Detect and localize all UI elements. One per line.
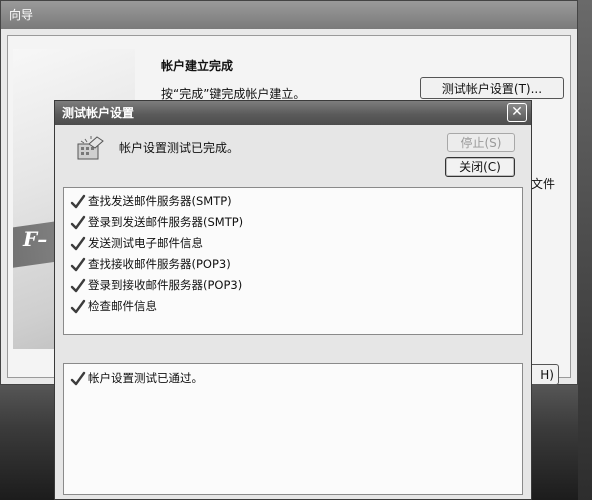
task-label: 登录到发送邮件服务器(SMTP) <box>88 215 244 229</box>
task-item: 登录到发送邮件服务器(SMTP) <box>64 212 522 233</box>
banner-logo-text: F– <box>23 227 48 251</box>
test-account-settings-dialog: 测试帐户设置 ✕ 帐户设置测试已完成。 停止(S) 关闭(C) 查找发送邮件服务… <box>54 100 532 500</box>
task-item: 检查邮件信息 <box>64 296 522 317</box>
wizard-side-text: 文件 <box>531 177 556 191</box>
task-label: 查找发送邮件服务器(SMTP) <box>88 194 232 208</box>
account-test-icon <box>77 136 104 160</box>
close-icon[interactable]: ✕ <box>507 103 527 122</box>
task-item: 查找接收邮件服务器(POP3) <box>64 254 522 275</box>
task-label: 登录到接收邮件服务器(POP3) <box>88 278 243 292</box>
check-icon <box>70 257 86 272</box>
stop-button[interactable]: 停止(S) <box>447 133 515 152</box>
dialog-title: 测试帐户设置 <box>55 101 531 125</box>
task-label: 检查邮件信息 <box>88 299 157 313</box>
task-label: 发送测试电子邮件信息 <box>88 236 203 250</box>
result-item: 帐户设置测试已通过。 <box>64 368 522 389</box>
check-icon <box>70 278 86 293</box>
result-label: 帐户设置测试已通过。 <box>88 371 203 385</box>
task-item: 查找发送邮件服务器(SMTP) <box>64 191 522 212</box>
check-icon <box>70 299 86 314</box>
results-list: 帐户设置测试已通过。 <box>63 363 523 495</box>
check-icon <box>70 215 86 230</box>
test-account-settings-button[interactable]: 测试帐户设置(T)... <box>420 77 564 99</box>
close-button[interactable]: 关闭(C) <box>445 157 515 177</box>
check-icon <box>70 194 86 209</box>
desktop-background-right <box>578 0 592 500</box>
task-item: 登录到接收邮件服务器(POP3) <box>64 275 522 296</box>
check-icon <box>70 236 86 251</box>
task-label: 查找接收邮件服务器(POP3) <box>88 257 231 271</box>
check-icon <box>70 371 86 386</box>
task-item: 发送测试电子邮件信息 <box>64 233 522 254</box>
wizard-title: 向导 <box>1 1 577 29</box>
wizard-heading: 帐户建立完成 <box>161 59 234 73</box>
tasks-list: 查找发送邮件服务器(SMTP) 登录到发送邮件服务器(SMTP) 发送测试电子邮… <box>63 187 523 335</box>
test-status-text: 帐户设置测试已完成。 <box>119 141 240 155</box>
